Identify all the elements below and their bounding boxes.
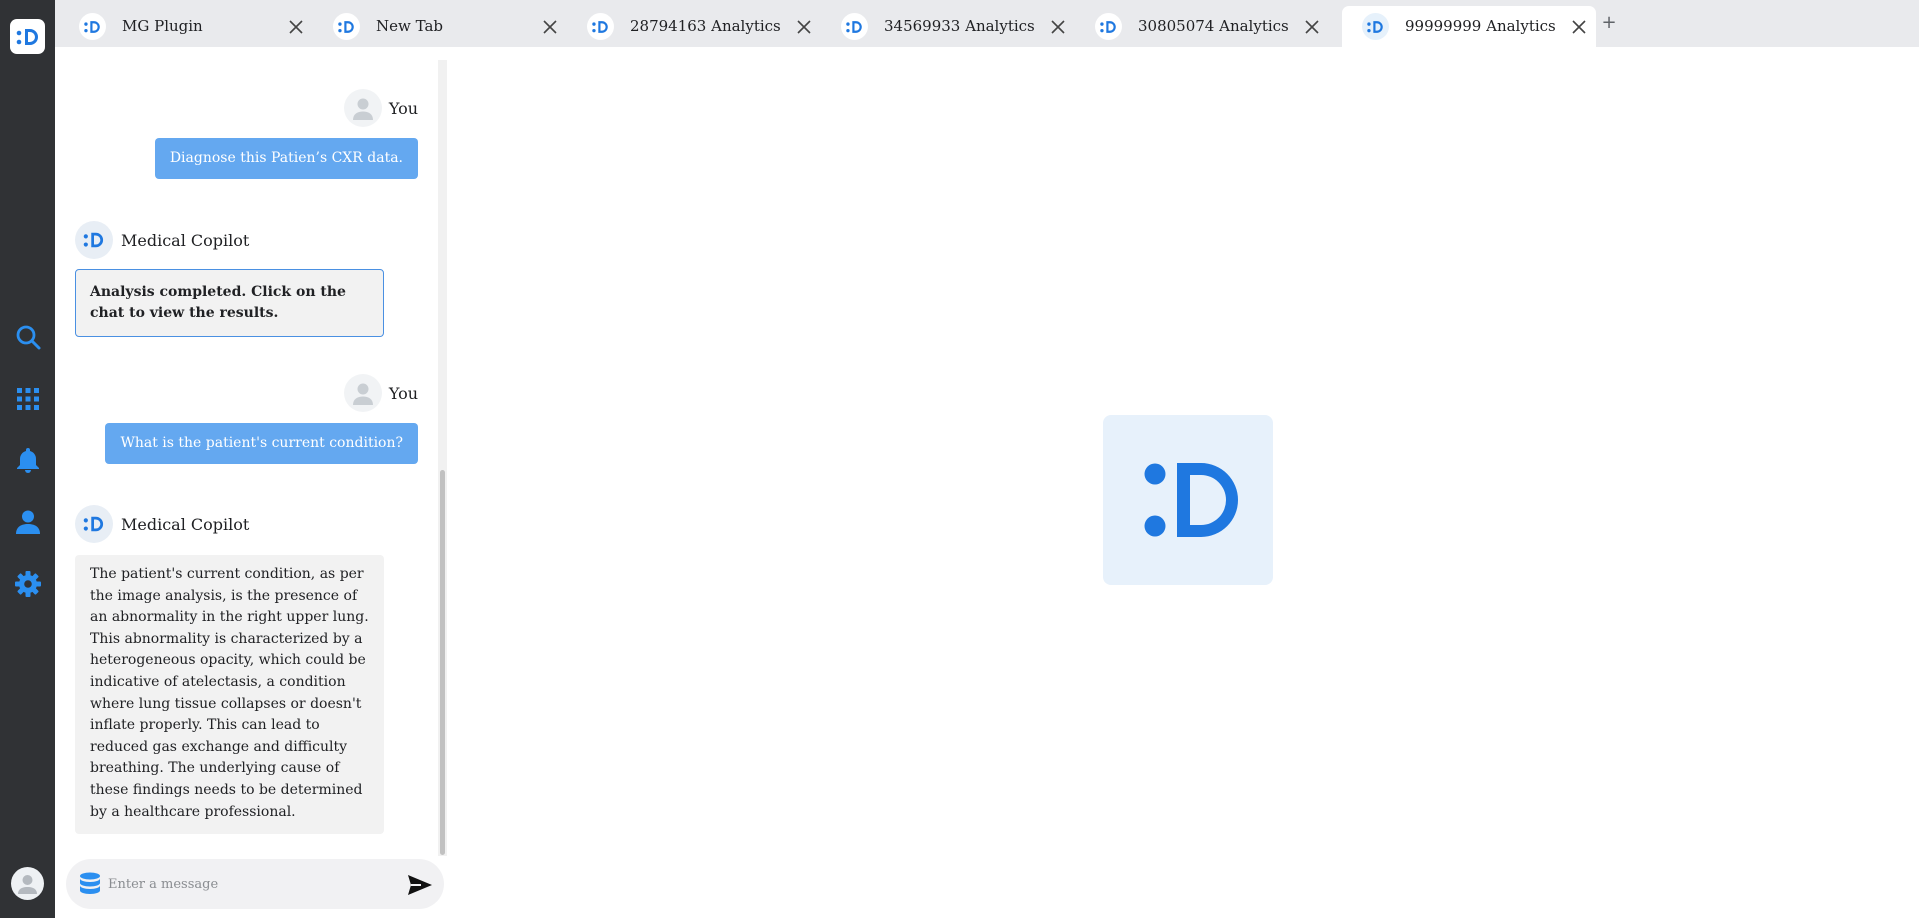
left-nav-rail	[0, 0, 55, 918]
user-message-bubble: What is the patient's current condition?	[105, 423, 418, 464]
user-message-bubble: Diagnose this Patien’s CXR data.	[154, 138, 418, 179]
message-header-assistant: Medical Copilot	[75, 505, 249, 543]
user-avatar-icon	[343, 374, 382, 412]
close-icon[interactable]	[1299, 14, 1324, 39]
tab-logo-icon	[333, 13, 360, 40]
gear-icon[interactable]	[11, 567, 44, 600]
sender-name: Medical Copilot	[121, 514, 250, 534]
tab-30805074-analytics[interactable]: 30805074 Analytics	[1075, 6, 1329, 47]
new-tab-button[interactable]: +	[1595, 8, 1623, 36]
copilot-logo-icon	[75, 505, 113, 543]
send-icon[interactable]	[406, 872, 434, 897]
tab-title: MG Plugin	[122, 17, 203, 35]
chat-scrollbar-thumb[interactable]	[440, 470, 445, 855]
close-icon[interactable]	[283, 14, 308, 39]
sender-name: You	[388, 98, 418, 118]
tab-28794163-analytics[interactable]: 28794163 Analytics	[567, 6, 821, 47]
analysis-result-bubble[interactable]: Analysis completed. Click on the chat to…	[75, 269, 384, 337]
user-icon[interactable]	[11, 505, 44, 538]
main-content	[447, 47, 1919, 918]
tab-title: 99999999 Analytics	[1405, 17, 1556, 35]
message-header-user: You	[55, 374, 418, 412]
tab-title: 34569933 Analytics	[884, 17, 1035, 35]
user-avatar-icon	[343, 89, 382, 127]
tab-title: 30805074 Analytics	[1138, 17, 1289, 35]
tab-new-tab[interactable]: New Tab	[313, 6, 567, 47]
tab-logo-icon	[1095, 13, 1122, 40]
close-icon[interactable]	[537, 14, 562, 39]
apps-grid-icon[interactable]	[11, 382, 44, 415]
bell-icon[interactable]	[11, 443, 44, 476]
tab-title: 28794163 Analytics	[630, 17, 781, 35]
tab-logo-icon	[587, 13, 614, 40]
tab-logo-icon	[79, 13, 106, 40]
assistant-message-bubble: The patient's current condition, as per …	[75, 555, 384, 835]
tab-logo-icon	[841, 13, 868, 40]
tab-bar: MG Plugin New Tab 28794163 Analytics 345…	[55, 0, 1919, 47]
close-icon[interactable]	[1566, 14, 1591, 39]
message-header-user: You	[55, 89, 418, 127]
brand-logo-icon[interactable]	[10, 19, 45, 54]
message-input[interactable]	[106, 867, 386, 901]
search-icon[interactable]	[11, 320, 44, 353]
tab-logo-icon	[1362, 13, 1389, 40]
brand-logo-icon	[1103, 415, 1273, 585]
sender-name: Medical Copilot	[121, 230, 250, 250]
tab-mg-plugin[interactable]: MG Plugin	[59, 6, 313, 47]
tab-34569933-analytics[interactable]: 34569933 Analytics	[821, 6, 1075, 47]
message-header-assistant: Medical Copilot	[75, 221, 249, 259]
tab-title: New Tab	[376, 17, 443, 35]
close-icon[interactable]	[1045, 14, 1070, 39]
sender-name: You	[388, 383, 418, 403]
avatar-icon[interactable]	[11, 867, 44, 900]
tab-99999999-analytics[interactable]: 99999999 Analytics	[1342, 6, 1596, 47]
close-icon[interactable]	[791, 14, 816, 39]
copilot-logo-icon	[75, 221, 113, 259]
message-composer	[66, 859, 444, 909]
chat-panel: You Diagnose this Patien’s CXR data. Med…	[55, 47, 447, 918]
database-icon[interactable]	[77, 871, 103, 897]
